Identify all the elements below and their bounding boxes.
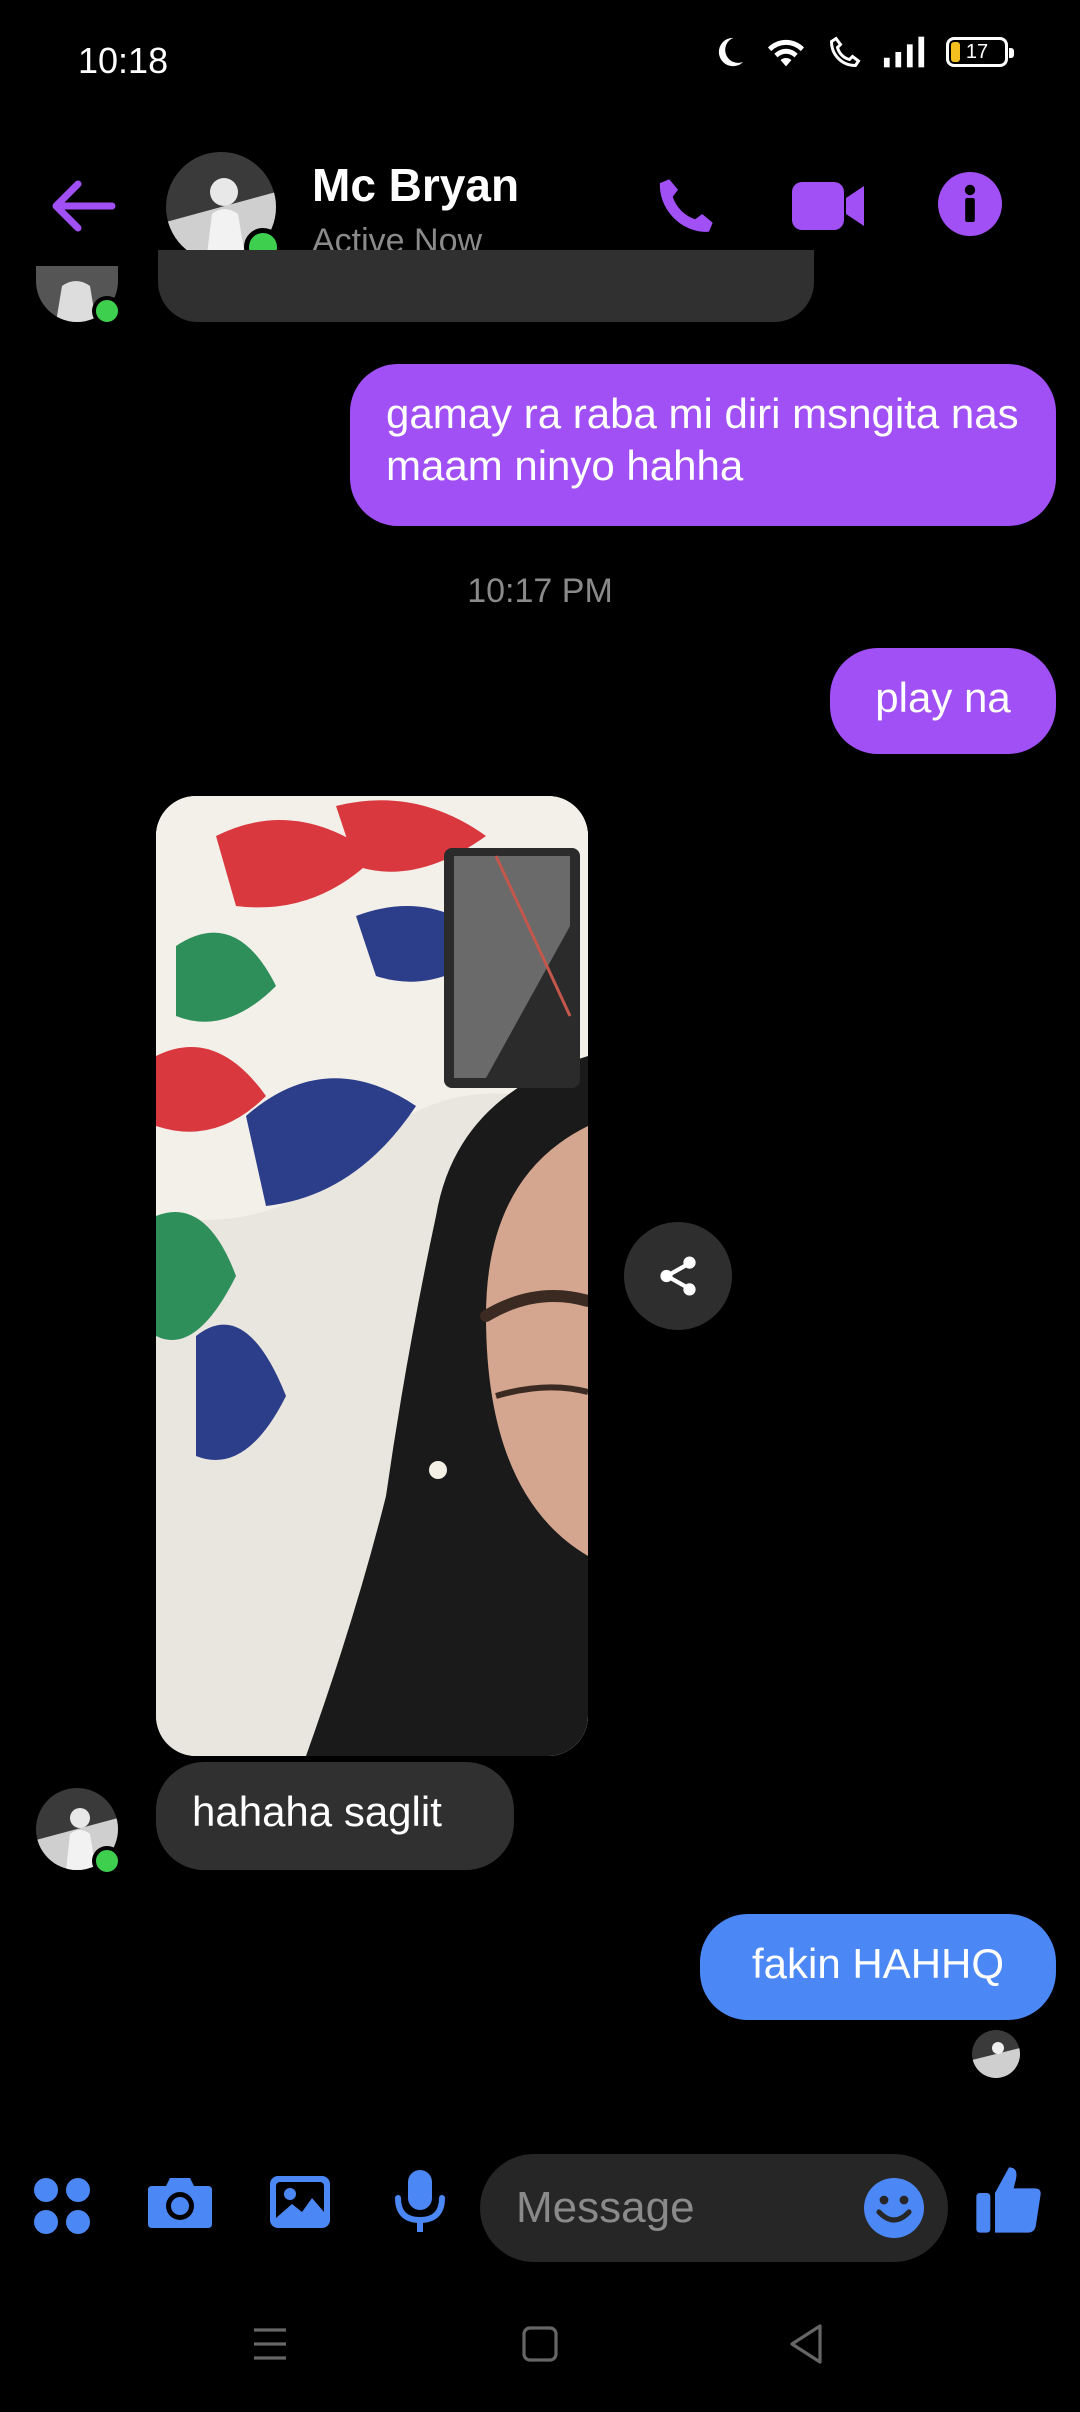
seen-indicator-avatar [972,2030,1020,2078]
message-bubble-sent[interactable]: fakin HAHHQ [700,1914,1056,2020]
contact-name[interactable]: Mc Bryan [312,158,519,212]
video-camera-icon [792,182,864,230]
message-bubble-received[interactable]: hahaha saglit [156,1762,514,1870]
camera-button[interactable] [146,2170,212,2234]
like-button[interactable] [974,2162,1044,2238]
info-icon [938,172,1002,236]
status-icons: 17 [712,34,1014,70]
video-call-button[interactable] [790,176,866,236]
voice-call-button[interactable] [650,172,720,242]
nav-home-button[interactable] [520,2324,560,2364]
wifi-icon [768,39,804,67]
moon-icon [718,37,744,67]
image-icon [270,2176,330,2228]
signal-icon [883,36,925,68]
voice-message-button[interactable] [388,2168,452,2232]
square-icon [522,2326,558,2362]
back-button[interactable] [50,178,116,234]
partial-message-bubble[interactable] [158,250,814,322]
microphone-icon [395,2170,445,2232]
four-dots-icon [34,2178,90,2234]
phone-icon [659,179,713,232]
triangle-back-icon [790,2324,822,2364]
status-time: 10:18 [78,40,169,81]
shared-image[interactable] [156,796,588,1756]
battery-icon: 17 [946,37,1014,67]
sender-online-indicator [92,1846,122,1876]
message-timestamp: 10:17 PM [467,572,613,610]
info-button[interactable] [938,172,1002,236]
camera-icon [148,2178,212,2228]
partial-online-indicator [92,296,122,326]
wifi-call-icon [829,36,861,68]
nav-back-button[interactable] [786,2322,826,2366]
smiley-icon [864,2178,924,2238]
thumbs-up-icon [976,2167,1041,2233]
message-bubble-sent[interactable]: gamay ra raba mi diri msngita nas maam n… [350,364,1056,526]
share-button[interactable] [624,1222,732,1330]
arrow-left-icon [52,180,116,232]
more-actions-button[interactable] [30,2174,94,2238]
menu-lines-icon [254,2328,286,2360]
share-icon [660,1256,696,1296]
gallery-button[interactable] [268,2170,332,2234]
nav-recents-button[interactable] [250,2324,290,2364]
message-bubble-sent[interactable]: play na [830,648,1056,754]
video-call-screenshot [156,796,588,1756]
battery-level: 17 [965,41,989,63]
emoji-button[interactable] [862,2176,926,2240]
